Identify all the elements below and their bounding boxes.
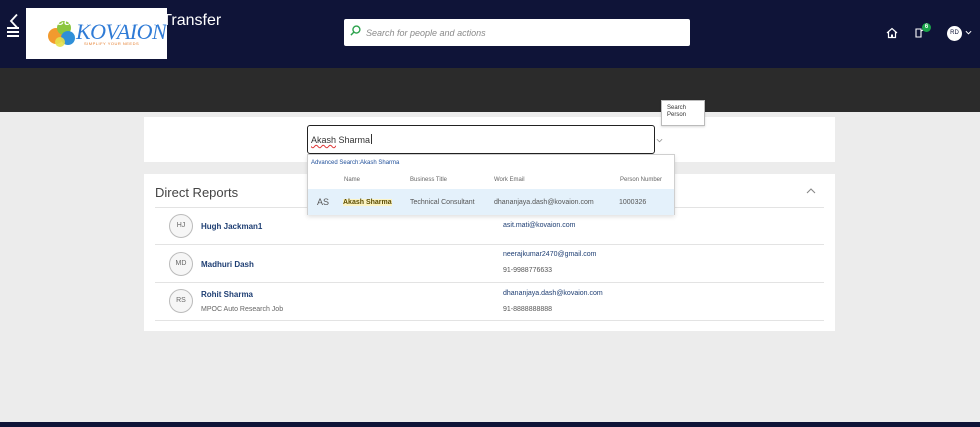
report-name-link[interactable]: Madhuri Dash (201, 260, 254, 269)
chevron-down-icon[interactable] (965, 29, 972, 36)
person-search-value: Akash Sharma (311, 134, 373, 145)
report-email-link[interactable]: dhananjaya.dash@kovaion.com (503, 290, 603, 297)
divider (155, 244, 824, 245)
page-title-bar (0, 68, 980, 112)
tooltip-line: Person (667, 112, 687, 118)
person-suggestion-dropdown: Advanced Search:Akash Sharma Name Busine… (307, 154, 675, 215)
report-email-link[interactable]: neerajkumar2470@gmail.com (503, 251, 596, 258)
home-icon[interactable] (886, 27, 898, 39)
suggestion-title: Technical Consultant (410, 199, 475, 206)
logo-tagline: SIMPLIFY YOUR NEEDS (84, 41, 140, 46)
suggestion-name: Akash Sharma (343, 199, 392, 206)
avatar: MD (169, 252, 193, 276)
suggestion-initials: AS (317, 197, 330, 207)
report-phone: 91-8888888888 (503, 306, 553, 313)
direct-reports-title: Direct Reports (155, 185, 239, 200)
report-email-link[interactable]: asit.mati@kovaion.com (503, 222, 575, 229)
suggestion-email: dhananjaya.dash@kovaion.com (494, 199, 594, 206)
divider (155, 282, 824, 283)
column-header-email: Work Email (494, 177, 525, 183)
divider (155, 320, 824, 321)
person-search-input[interactable]: Akash Sharma (307, 125, 655, 154)
footer-bar (0, 422, 980, 427)
global-search-input[interactable] (366, 19, 681, 46)
report-name-link[interactable]: Hugh Jackman1 (201, 222, 262, 231)
page-title: Local and Global Transfer (38, 12, 222, 29)
report-name-link[interactable]: Rohit Sharma (201, 290, 253, 299)
report-job: MPOC Auto Research Job (201, 306, 284, 313)
report-phone: 91-9988776633 (503, 267, 553, 274)
user-avatar[interactable]: RD (947, 26, 962, 41)
advanced-search-link[interactable]: Advanced Search:Akash Sharma (311, 160, 399, 166)
search-icon (350, 25, 361, 36)
column-header-name: Name (344, 177, 361, 183)
back-arrow-icon[interactable] (9, 13, 19, 29)
column-header-title: Business Title (410, 177, 448, 183)
suggestion-row[interactable]: AS Akash Sharma Technical Consultant dha… (308, 189, 674, 215)
notification-count-badge: 6 (922, 23, 931, 32)
suggestion-number: 1000326 (619, 199, 647, 206)
chevron-down-icon[interactable] (656, 137, 663, 144)
tooltip-line: Search (667, 105, 687, 111)
avatar: RS (169, 289, 193, 313)
search-person-tooltip: Search Person (661, 100, 705, 126)
chevron-up-icon[interactable] (806, 187, 816, 194)
avatar: HJ (169, 214, 193, 238)
column-header-number: Person Number (620, 177, 663, 183)
global-search-box[interactable] (344, 19, 690, 46)
